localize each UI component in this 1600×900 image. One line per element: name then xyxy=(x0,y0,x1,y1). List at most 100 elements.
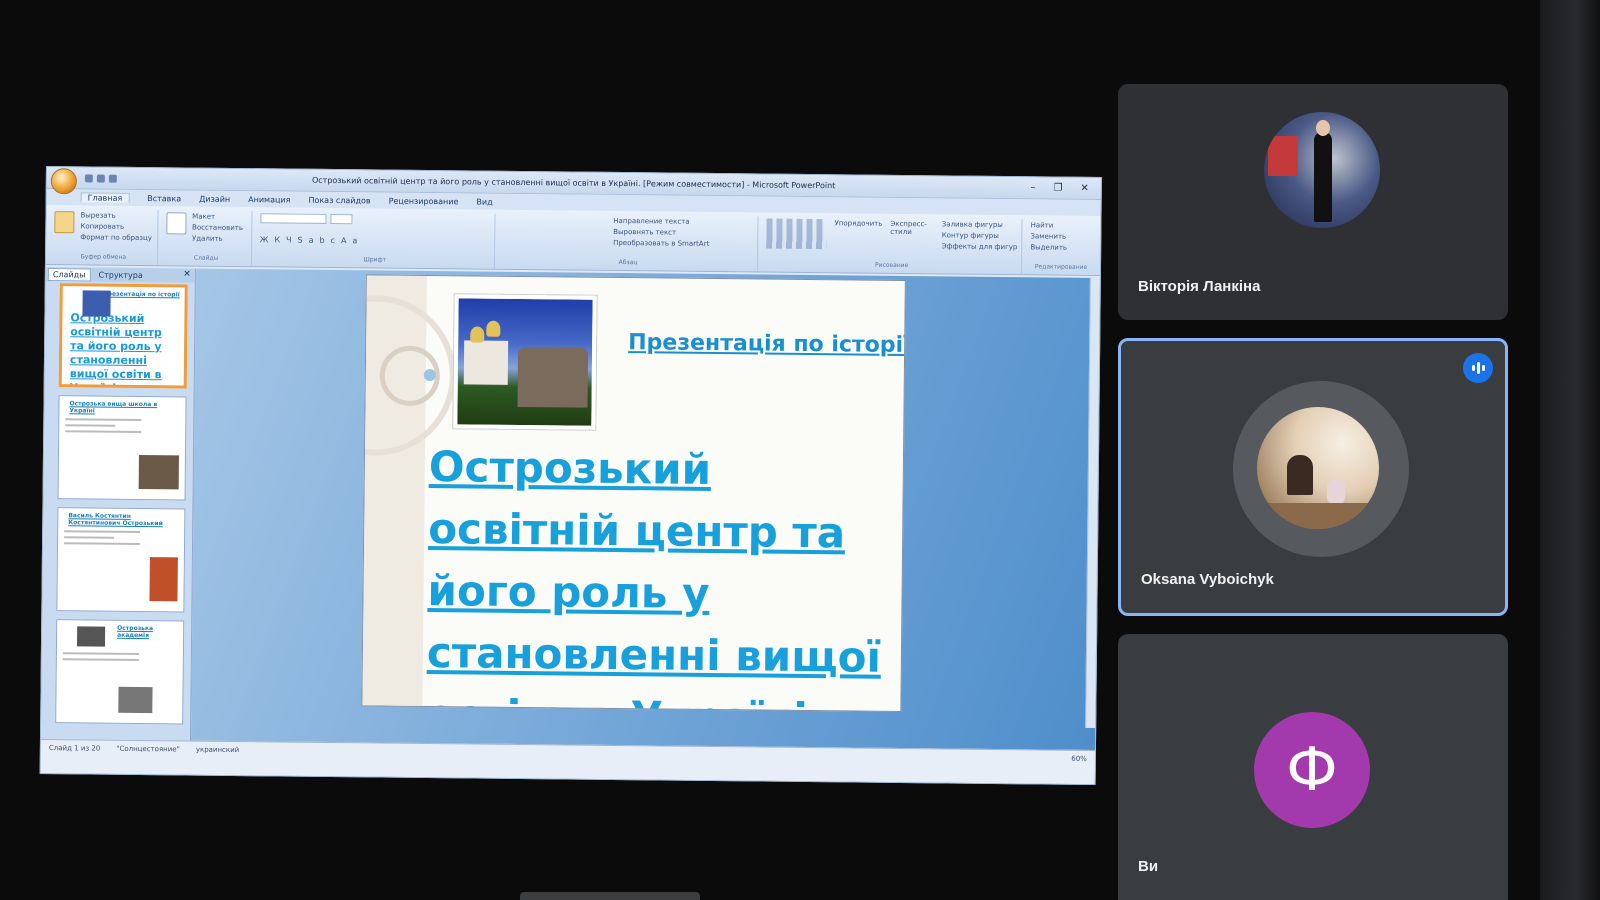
font-name-select[interactable] xyxy=(259,213,327,224)
select-button[interactable]: Выделить xyxy=(1030,243,1092,252)
office-button[interactable] xyxy=(50,167,77,194)
tab-animation[interactable]: Анимация xyxy=(248,195,290,204)
avatar-photo-detail xyxy=(1287,455,1313,495)
font-format-icons[interactable]: ЖКЧSabcAa xyxy=(260,235,490,246)
shape-outline-button[interactable]: Контур фигуры xyxy=(942,231,1018,240)
panel-tabs: Слайды Структура xyxy=(45,267,195,283)
participant-tile[interactable]: Вікторія Ланкіна xyxy=(1118,84,1508,320)
shape-effects-button[interactable]: Эффекты для фигур xyxy=(942,242,1018,251)
thumbnail-line xyxy=(65,430,141,434)
minimize-icon[interactable]: – xyxy=(1030,182,1035,193)
align-text-button[interactable]: Выровнять текст xyxy=(613,228,753,237)
slide-thumbnail-2[interactable]: Острозька вища школа в Україні xyxy=(57,395,187,501)
slides-panel: Слайды Структура ✕ Презентація по історі… xyxy=(40,267,196,741)
ribbon-group-font: ЖКЧSabcAa Шрифт xyxy=(255,211,496,269)
restore-icon[interactable]: ❐ xyxy=(1053,183,1062,194)
thumbnail-line xyxy=(62,658,139,661)
tab-insert[interactable]: Вставка xyxy=(147,194,181,203)
avatar-photo-detail xyxy=(1327,479,1345,505)
participant-avatar-letter: Ф xyxy=(1254,712,1370,828)
participant-tile-self[interactable]: Ф Ви xyxy=(1118,634,1508,900)
slide-photo-ostroh-castle[interactable] xyxy=(453,294,597,430)
photo-church xyxy=(463,340,509,385)
thumbnail-photo xyxy=(138,454,179,490)
thumbnail-photo xyxy=(76,626,106,647)
group-label: Рисование xyxy=(875,261,909,270)
ribbon-group-editing: Найти Заменить Выделить Редактирование xyxy=(1026,219,1096,275)
delete-slide-button[interactable]: Удалить xyxy=(192,235,243,244)
status-theme: "Солнцестояние" xyxy=(116,744,180,754)
photo-dome xyxy=(470,326,485,343)
quick-styles-button[interactable]: Экспресс-стили xyxy=(890,220,934,250)
thumbnail-line xyxy=(65,418,141,422)
ribbon-group-clipboard: Вырезать Копировать Формат по образцу Бу… xyxy=(49,209,159,266)
participant-avatar xyxy=(1264,112,1380,228)
ribbon-group-slides: Макет Восстановить Удалить Слайды xyxy=(161,210,253,267)
monitor-bezel xyxy=(1540,0,1600,900)
find-button[interactable]: Найти xyxy=(1031,221,1093,230)
arrange-button[interactable]: Упорядочить xyxy=(834,219,883,249)
thumbnail-line xyxy=(64,530,140,534)
replace-button[interactable]: Заменить xyxy=(1030,232,1092,241)
ribbon-group-paragraph: Направление текста Выровнять текст Преоб… xyxy=(498,213,759,272)
window-controls: – ❐ ✕ xyxy=(1030,182,1088,194)
ppt-window-title: Острозький освітній центр та його роль у… xyxy=(311,175,836,191)
slide-editor[interactable]: Презентація по історії Острозький освітн… xyxy=(190,268,1100,751)
avatar-photo-detail xyxy=(1316,120,1330,136)
format-painter-button[interactable]: Формат по образцу xyxy=(80,233,152,242)
tab-view[interactable]: Вид xyxy=(476,197,492,206)
paste-icon[interactable] xyxy=(54,211,75,234)
slide-subtitle[interactable]: Презентація по історії xyxy=(628,330,906,358)
tab-review[interactable]: Рецензирование xyxy=(389,196,459,206)
layout-button[interactable]: Макет xyxy=(192,213,243,222)
save-icon[interactable] xyxy=(84,173,93,182)
slide-thumbnail-4[interactable]: Острозька академія xyxy=(55,619,185,725)
thumbnail-title: Острозька вища школа в Україні xyxy=(69,400,158,415)
group-label: Абзац xyxy=(618,259,638,267)
thumbnail-line xyxy=(64,536,115,539)
undo-icon[interactable] xyxy=(96,174,105,183)
shape-fill-button[interactable]: Заливка фигуры xyxy=(942,220,1018,229)
thumbnail-body: Острозький освітній центр та його роль у… xyxy=(69,311,162,389)
slide-thumbnail-3[interactable]: Василь Костянтин Костянтинович Острозьки… xyxy=(56,507,186,613)
vertical-scrollbar[interactable] xyxy=(1085,277,1100,729)
participant-tile-active-speaker[interactable]: Oksana Vyboichyk xyxy=(1118,338,1508,616)
group-label: Слайды xyxy=(193,254,219,262)
slide-thumbnail-1[interactable]: Презентація по історії Острозький освітн… xyxy=(58,283,188,389)
tab-outline[interactable]: Структура xyxy=(94,269,146,281)
ribbon-group-drawing: Упорядочить Экспресс-стили Заливка фигур… xyxy=(762,216,1023,275)
redo-icon[interactable] xyxy=(108,174,117,183)
tab-slides[interactable]: Слайды xyxy=(47,267,91,281)
shapes-gallery[interactable] xyxy=(766,218,827,250)
close-icon[interactable]: ✕ xyxy=(183,269,191,279)
reset-button[interactable]: Восстановить xyxy=(192,224,243,233)
current-slide[interactable]: Презентація по історії Острозький освітн… xyxy=(361,274,906,712)
tab-slideshow[interactable]: Показ слайдов xyxy=(308,195,370,205)
thumbnail-line xyxy=(65,424,116,427)
tab-home[interactable]: Главная xyxy=(80,192,130,203)
thumbnail-photo xyxy=(118,686,153,714)
thumbnail-photo xyxy=(82,290,111,317)
ribbon: Вырезать Копировать Формат по образцу Бу… xyxy=(45,205,1101,277)
status-slide-count: Слайд 1 из 20 xyxy=(48,744,101,753)
tab-design[interactable]: Дизайн xyxy=(199,194,230,203)
close-icon[interactable]: ✕ xyxy=(1080,183,1089,194)
avatar-photo-detail xyxy=(1314,132,1332,222)
slide-decoration xyxy=(423,368,436,382)
status-zoom[interactable]: 60% xyxy=(1071,755,1087,780)
smartart-button[interactable]: Преобразовать в SmartArt xyxy=(613,239,753,248)
new-slide-icon[interactable] xyxy=(166,212,187,235)
speaking-indicator-icon xyxy=(1463,353,1493,383)
copy-button[interactable]: Копировать xyxy=(80,222,152,231)
participant-name: Ви xyxy=(1138,858,1159,875)
photo-dome xyxy=(486,320,501,337)
slide-title[interactable]: Острозький освітній центр та його роль у… xyxy=(426,436,889,712)
text-direction-button[interactable]: Направление текста xyxy=(613,217,753,226)
group-label: Шрифт xyxy=(363,256,387,264)
font-size-select[interactable] xyxy=(329,213,353,225)
thumbnail-title: Василь Костянтин Костянтинович Острозьки… xyxy=(68,512,163,528)
participant-name: Oksana Vyboichyk xyxy=(1141,571,1274,588)
participant-avatar xyxy=(1257,407,1379,529)
thumbnail-title: Острозька академія xyxy=(117,624,154,640)
cut-button[interactable]: Вырезать xyxy=(80,211,152,220)
